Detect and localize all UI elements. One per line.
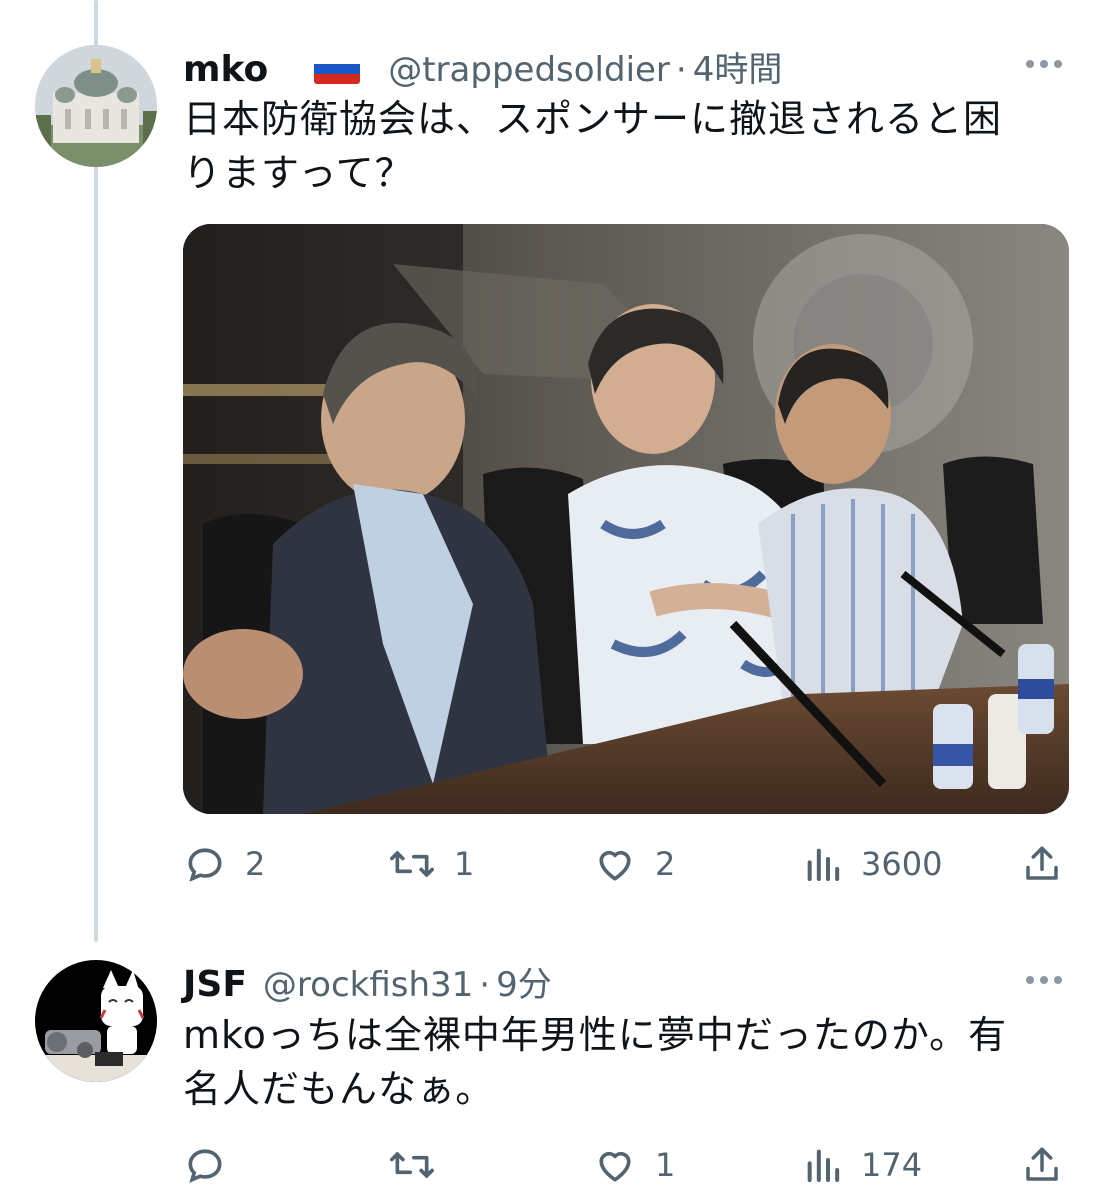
tweet-text: mkoっちは全裸中年男性に夢中だったのか。有 名人だもんなぁ。 (183, 1008, 1007, 1116)
heart-icon (599, 850, 631, 881)
tweet-mko[interactable]: mko @trappedsoldier · 4時間 日本防衛協会は、スポンサーに… (0, 0, 1103, 940)
share-button[interactable] (1021, 839, 1063, 889)
like-button[interactable]: 2 (593, 839, 675, 889)
retweet-icon (390, 851, 434, 877)
views-bar-chart-icon (807, 848, 840, 881)
user-handle[interactable]: @trappedsoldier (388, 50, 670, 90)
display-name[interactable]: JSF (183, 964, 247, 1005)
tweet-text: 日本防衛協会は、スポンサーに撤退されると困 りますって？ (183, 92, 1002, 200)
reply-button[interactable]: 2 (183, 839, 265, 889)
reply-count: 2 (245, 845, 266, 883)
reply-button[interactable] (183, 1140, 245, 1190)
reply-icon (188, 848, 222, 882)
tweet-photo[interactable] (183, 224, 1069, 814)
tweet-actions: 1 174 (183, 1140, 1063, 1190)
share-icon (1026, 846, 1058, 880)
tweet-text-line: 日本防衛協会は、スポンサーに撤退されると困 (183, 97, 1003, 141)
more-options-icon[interactable] (1026, 976, 1062, 984)
view-count: 174 (861, 1146, 923, 1184)
retweet-button[interactable]: 1 (388, 839, 474, 889)
views-bar-chart-icon (807, 1149, 840, 1182)
separator-dot: · (675, 50, 687, 90)
tweet-header: mko @trappedsoldier · 4時間 (183, 42, 782, 91)
views-button[interactable]: 174 (803, 1140, 922, 1190)
timestamp[interactable]: 9分 (496, 957, 552, 1006)
share-button[interactable] (1021, 1140, 1063, 1190)
like-button[interactable]: 1 (593, 1140, 675, 1190)
like-count: 1 (655, 1146, 676, 1184)
retweet-button[interactable] (388, 1140, 454, 1190)
tweet-text-line: mkoっちは全裸中年男性に夢中だったのか。有 (183, 1013, 1008, 1057)
tweet-header: JSF @rockfish31 · 9分 (183, 957, 552, 1006)
display-name[interactable]: mko (183, 49, 268, 90)
photo-of-men-seated-at-conference-table (183, 224, 1069, 814)
tweet-jsf[interactable]: JSF @rockfish31 · 9分 mkoっちは全裸中年男性に夢中だったの… (0, 945, 1103, 1200)
views-button[interactable]: 3600 (803, 839, 942, 889)
share-icon (1026, 1147, 1058, 1181)
view-count: 3600 (861, 845, 943, 883)
russia-flag-icon (314, 54, 361, 84)
avatar-jsf[interactable] (35, 960, 157, 1082)
reply-icon (188, 1149, 222, 1183)
tweet-text-line: りますって？ (183, 151, 414, 195)
heart-icon (599, 1151, 631, 1182)
separator-dot: · (479, 965, 491, 1005)
user-handle[interactable]: @rockfish31 (263, 965, 473, 1005)
like-count: 2 (655, 845, 676, 883)
timestamp[interactable]: 4時間 (693, 42, 783, 91)
tweet-text-line: 名人だもんなぁ。 (183, 1067, 495, 1111)
more-options-icon[interactable] (1026, 60, 1062, 68)
avatar-mko[interactable] (35, 45, 157, 167)
tweet-actions: 2 1 2 3600 (183, 839, 1063, 889)
retweet-icon (390, 1152, 434, 1178)
retweet-count: 1 (454, 845, 475, 883)
